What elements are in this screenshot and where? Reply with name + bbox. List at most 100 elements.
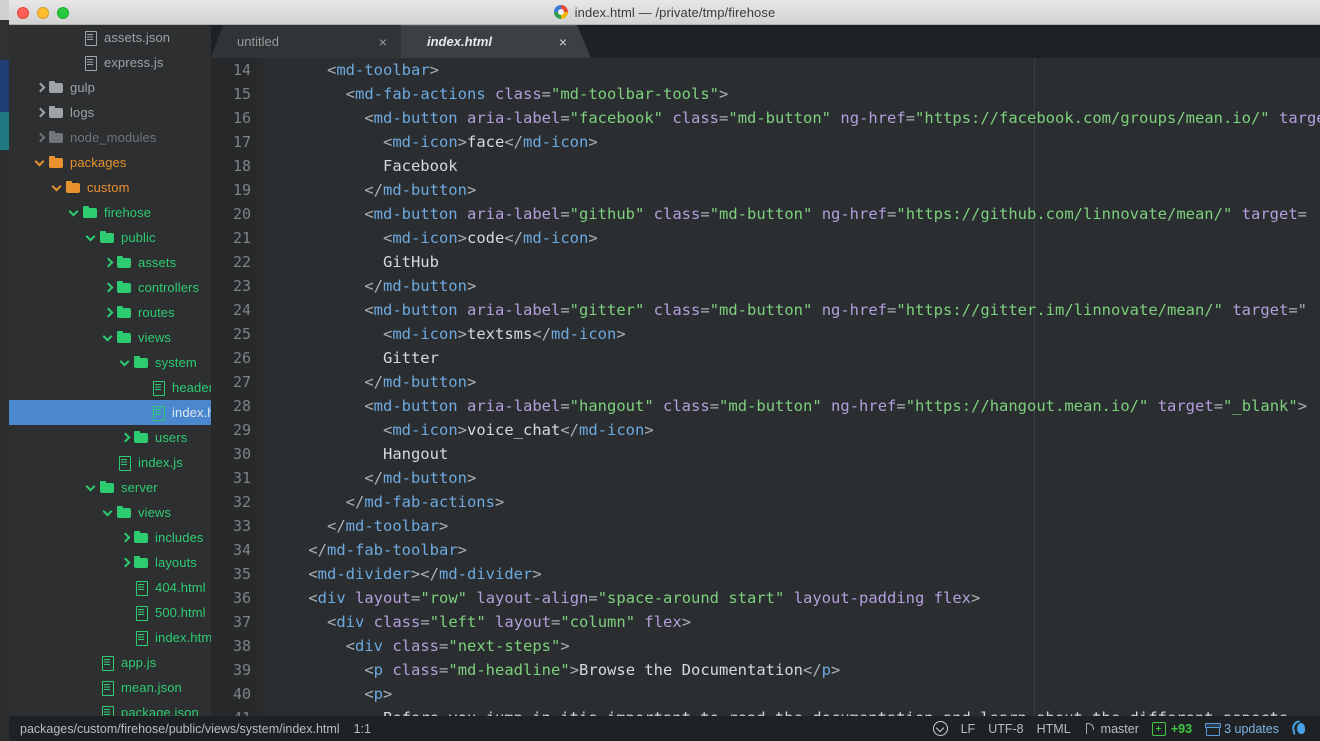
code-line[interactable]: 34 </md-fab-toolbar>	[211, 538, 1320, 562]
code-line[interactable]: 39 <p class="md-headline">Browse the Doc…	[211, 658, 1320, 682]
token-punc: </	[532, 325, 551, 343]
code-line[interactable]: 20 <md-button aria-label="github" class=…	[211, 202, 1320, 226]
tree-item-assets-json[interactable]: assets.json	[9, 25, 211, 50]
code-line[interactable]: 28 <md-button aria-label="hangout" class…	[211, 394, 1320, 418]
tree-item-mean-json[interactable]: mean.json	[9, 675, 211, 700]
code-lines-container[interactable]: 14 <md-toolbar> 15 <md-fab-actions class=…	[211, 58, 1320, 716]
tree-item-packages[interactable]: packages	[9, 150, 211, 175]
code-line[interactable]: 32 </md-fab-actions>	[211, 490, 1320, 514]
code-line[interactable]: 38 <div class="next-steps">	[211, 634, 1320, 658]
file-tree-list[interactable]: assets.json express.js gulp logs node_module…	[9, 25, 211, 716]
chevron-down-icon[interactable]	[68, 206, 81, 219]
tree-item-views[interactable]: views	[9, 500, 211, 525]
zoom-window-button[interactable]	[57, 6, 69, 19]
code-line[interactable]: 24 <md-button aria-label="gitter" class=…	[211, 298, 1320, 322]
code-line[interactable]: 31 </md-button>	[211, 466, 1320, 490]
code-line[interactable]: 23 </md-button>	[211, 274, 1320, 298]
chevron-right-icon[interactable]	[119, 531, 132, 544]
chevron-down-icon[interactable]	[51, 181, 64, 194]
tree-item-system[interactable]: system	[9, 350, 211, 375]
tree-item-layouts[interactable]: layouts	[9, 550, 211, 575]
chevron-right-icon[interactable]	[102, 256, 115, 269]
status-grammar[interactable]: HTML	[1037, 722, 1071, 736]
code-line[interactable]: 37 <div class="left" layout="column" fle…	[211, 610, 1320, 634]
tree-item-custom[interactable]: custom	[9, 175, 211, 200]
code-line[interactable]: 18 Facebook	[211, 154, 1320, 178]
code-line[interactable]: 27 </md-button>	[211, 370, 1320, 394]
tab-index-html[interactable]: index.html ×	[401, 25, 591, 58]
code-line[interactable]: 29 <md-icon>voice_chat</md-icon>	[211, 418, 1320, 442]
code-line[interactable]: 25 <md-icon>textsms</md-icon>	[211, 322, 1320, 346]
code-line[interactable]: 22 GitHub	[211, 250, 1320, 274]
tree-item-logs[interactable]: logs	[9, 100, 211, 125]
chevron-right-icon[interactable]	[119, 556, 132, 569]
tree-item-routes[interactable]: routes	[9, 300, 211, 325]
tree-item-index-js[interactable]: index.js	[9, 450, 211, 475]
tree-item-express-js[interactable]: express.js	[9, 50, 211, 75]
tree-item-controllers[interactable]: controllers	[9, 275, 211, 300]
chevron-right-icon[interactable]	[34, 131, 47, 144]
code-line[interactable]: 36 <div layout="row" layout-align="space…	[211, 586, 1320, 610]
code-line[interactable]: 30 Hangout	[211, 442, 1320, 466]
close-icon[interactable]: ×	[559, 35, 567, 49]
status-file-path[interactable]: packages/custom/firehose/public/views/sy…	[20, 722, 340, 736]
tree-item-public[interactable]: public	[9, 225, 211, 250]
token-str: "https://hangout.mean.io/"	[905, 397, 1149, 415]
code-editor[interactable]: 14 <md-toolbar> 15 <md-fab-actions class=…	[211, 58, 1320, 716]
tree-item-package-json[interactable]: package.json	[9, 700, 211, 716]
tree-item-node-modules[interactable]: node_modules	[9, 125, 211, 150]
traffic-light-buttons[interactable]	[17, 0, 69, 25]
tree-item-gulp[interactable]: gulp	[9, 75, 211, 100]
tree-item-includes[interactable]: includes	[9, 525, 211, 550]
chevron-down-icon[interactable]	[102, 506, 115, 519]
chevron-down-icon[interactable]	[102, 331, 115, 344]
status-updates[interactable]: 3 updates	[1205, 722, 1279, 736]
tree-item-index-h[interactable]: index.h	[9, 400, 211, 425]
chevron-right-icon[interactable]	[102, 306, 115, 319]
status-cursor-position[interactable]: 1:1	[354, 722, 371, 736]
status-line-ending[interactable]: LF	[961, 722, 976, 736]
chevron-down-icon[interactable]	[85, 231, 98, 244]
status-git-diff[interactable]: +93	[1151, 721, 1192, 736]
chevron-right-icon[interactable]	[102, 281, 115, 294]
chevron-circle-icon[interactable]	[932, 721, 948, 736]
tree-item-index-html[interactable]: index.html	[9, 625, 211, 650]
code-line[interactable]: 19 </md-button>	[211, 178, 1320, 202]
chevron-down-icon[interactable]	[85, 481, 98, 494]
status-encoding[interactable]: UTF-8	[988, 722, 1023, 736]
code-line[interactable]: 40 <p>	[211, 682, 1320, 706]
tab-bar[interactable]: untitled × index.html ×	[211, 25, 1320, 58]
tree-item-firehose[interactable]: firehose	[9, 200, 211, 225]
code-line[interactable]: 41 Before you jump in itis important to …	[211, 706, 1320, 716]
squirrel-icon[interactable]	[1292, 721, 1308, 736]
tree-item-header-[interactable]: header.	[9, 375, 211, 400]
token-punc: >	[719, 85, 729, 103]
code-line[interactable]: 17 <md-icon>face</md-icon>	[211, 130, 1320, 154]
tree-item-server[interactable]: server	[9, 475, 211, 500]
close-icon[interactable]: ×	[379, 35, 387, 49]
code-line[interactable]: 16 <md-button aria-label="facebook" clas…	[211, 106, 1320, 130]
code-line[interactable]: 21 <md-icon>code</md-icon>	[211, 226, 1320, 250]
chevron-down-icon[interactable]	[119, 356, 132, 369]
minimize-window-button[interactable]	[37, 6, 49, 19]
close-window-button[interactable]	[17, 6, 29, 19]
chevron-right-icon[interactable]	[119, 431, 132, 444]
code-line[interactable]: 15 <md-fab-actions class="md-toolbar-too…	[211, 82, 1320, 106]
tree-item-500-html[interactable]: 500.html	[9, 600, 211, 625]
code-line[interactable]: 33 </md-toolbar>	[211, 514, 1320, 538]
tree-item-views[interactable]: views	[9, 325, 211, 350]
line-content: GitHub	[271, 250, 439, 274]
status-git-branch[interactable]: master	[1084, 721, 1139, 736]
chevron-right-icon[interactable]	[34, 81, 47, 94]
code-line[interactable]: 35 <md-divider></md-divider>	[211, 562, 1320, 586]
code-line[interactable]: 26 Gitter	[211, 346, 1320, 370]
tab-untitled[interactable]: untitled ×	[211, 25, 401, 58]
code-line[interactable]: 14 <md-toolbar>	[211, 58, 1320, 82]
tree-item-404-html[interactable]: 404.html	[9, 575, 211, 600]
tree-view-sidebar[interactable]: assets.json express.js gulp logs node_module…	[9, 25, 211, 716]
tree-item-users[interactable]: users	[9, 425, 211, 450]
chevron-right-icon[interactable]	[34, 106, 47, 119]
chevron-down-icon[interactable]	[34, 156, 47, 169]
tree-item-app-js[interactable]: app.js	[9, 650, 211, 675]
tree-item-assets[interactable]: assets	[9, 250, 211, 275]
